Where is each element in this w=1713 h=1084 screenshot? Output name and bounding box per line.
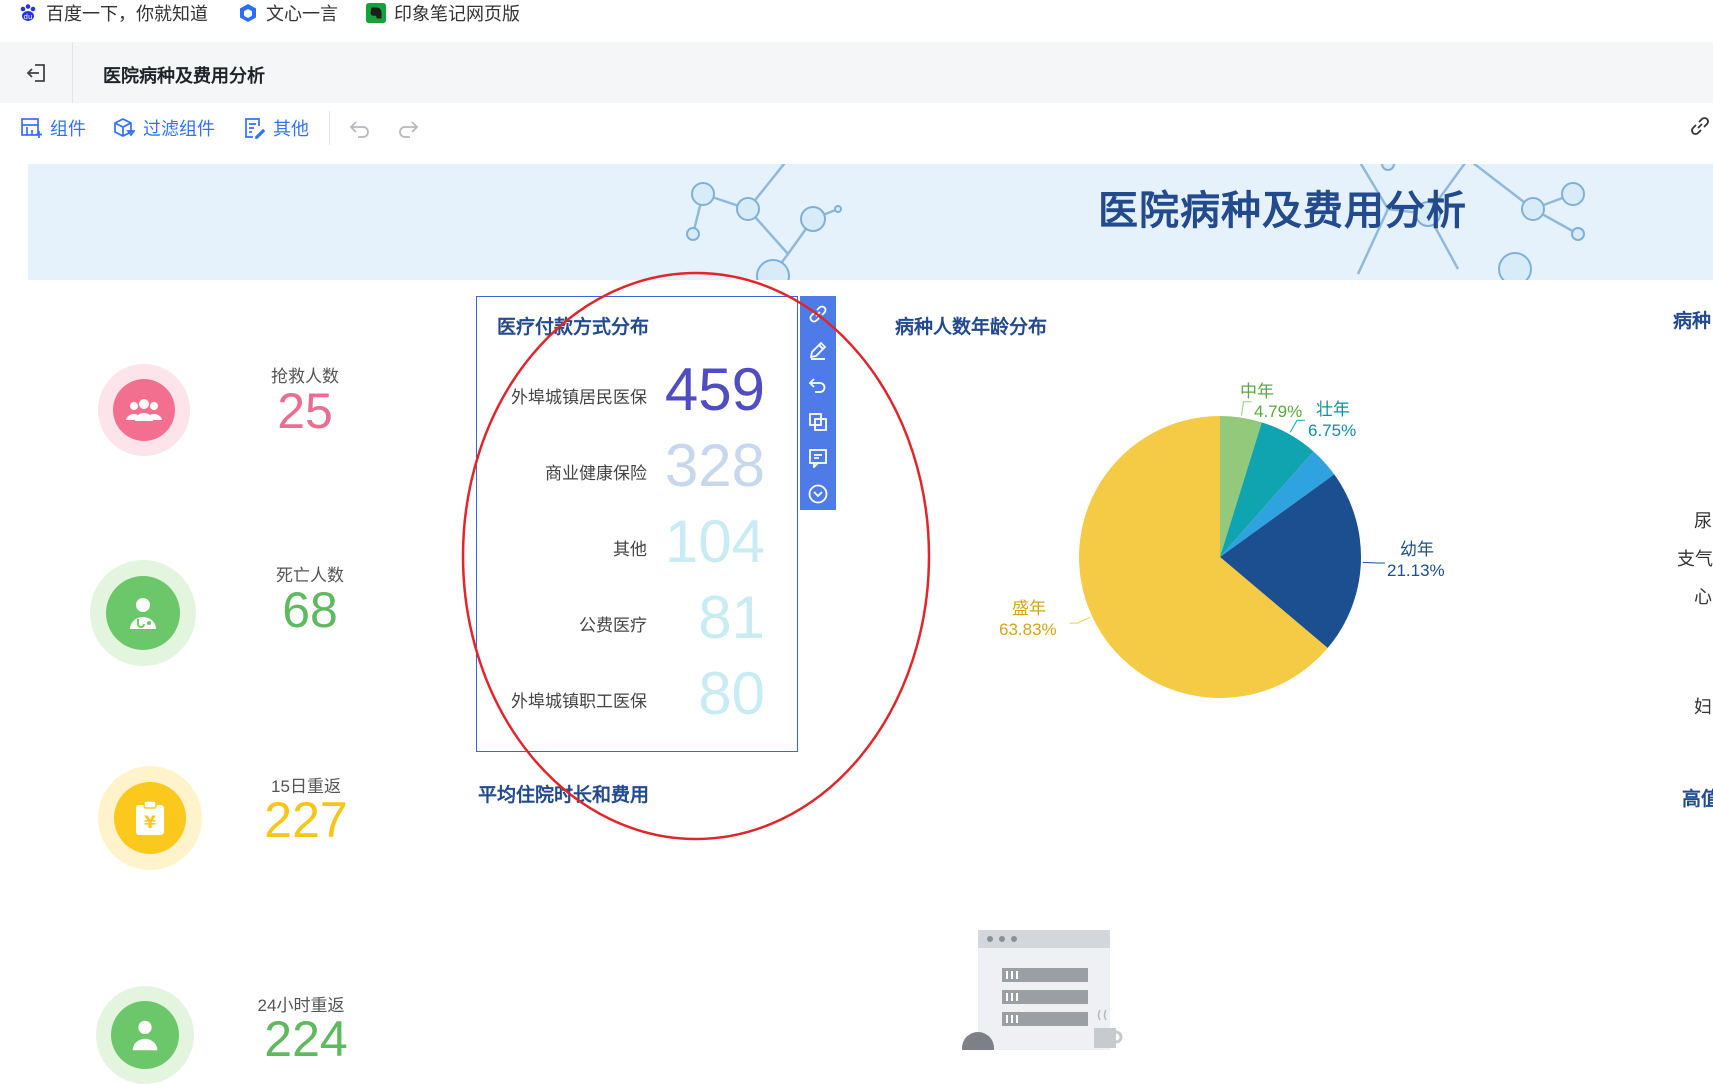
baidu-paw-icon: du bbox=[18, 3, 38, 23]
kpi-value: 224 bbox=[264, 1011, 348, 1067]
dashboard-title-bar: 医院病种及费用分析 bbox=[0, 42, 1713, 104]
evernote-elephant-icon bbox=[366, 3, 386, 23]
right-edge-text: 支气 bbox=[1677, 549, 1713, 569]
pie-label-name-prime: 壮年 bbox=[1316, 400, 1350, 419]
pie-label-leader-中年 bbox=[1240, 401, 1252, 416]
kpi-death-icon-ring bbox=[90, 560, 196, 666]
pie-label-name-young: 幼年 bbox=[1400, 540, 1434, 559]
pie-label-leader-盛年 bbox=[1069, 616, 1091, 624]
red-annotation-ellipse bbox=[461, 271, 931, 841]
kpi-value: 25 bbox=[277, 383, 333, 439]
kpi-value: 227 bbox=[264, 792, 348, 848]
payment-item-label: 其他 bbox=[613, 540, 647, 559]
avg-stay-title: 平均住院时长和费用 bbox=[478, 785, 650, 806]
link-icon[interactable] bbox=[808, 304, 828, 324]
payment-item-value: 80 bbox=[698, 660, 765, 727]
pie-slice-unlabeled-2[interactable] bbox=[1220, 451, 1335, 557]
payment-item-value: 81 bbox=[698, 584, 765, 651]
svg-text:¥: ¥ bbox=[144, 813, 156, 833]
banner-title: 医院病种及费用分析 bbox=[1098, 189, 1467, 233]
clipboard-yen-icon: ¥ bbox=[114, 782, 186, 854]
share-link-icon[interactable] bbox=[1688, 114, 1712, 138]
payment-item-value: 104 bbox=[664, 508, 765, 575]
kpi-value: 68 bbox=[282, 582, 338, 638]
copy-icon[interactable] bbox=[808, 412, 828, 432]
bookmark-baidu[interactable]: du 百度一下，你就知道 bbox=[18, 0, 208, 26]
undo-icon[interactable] bbox=[808, 376, 828, 396]
editor-toolbar: 组件 过滤组件 其他 bbox=[0, 103, 1713, 151]
pie-slice-幼年[interactable] bbox=[1220, 474, 1361, 649]
components-label: 组件 bbox=[50, 119, 86, 139]
edit-pencil-icon[interactable] bbox=[808, 340, 828, 360]
kpi-readmit15-icon-ring: ¥ bbox=[98, 766, 202, 870]
pie-label-pct-prime: 6.75% bbox=[1308, 421, 1357, 440]
right-edge-text: 心 bbox=[1694, 587, 1712, 607]
pie-label-pct-peak: 63.83% bbox=[999, 620, 1057, 639]
chevron-down-circle-icon[interactable] bbox=[808, 484, 828, 504]
payment-item-label: 商业健康保险 bbox=[545, 464, 647, 483]
filter-components-label: 过滤组件 bbox=[143, 119, 215, 139]
people-group-icon bbox=[113, 379, 175, 441]
age-distribution-title: 病种人数年龄分布 bbox=[895, 317, 1048, 338]
filter-components-button[interactable]: 过滤组件 bbox=[113, 115, 215, 141]
right-edge-text: 尿 bbox=[1694, 511, 1712, 531]
bookmark-label: 印象笔记网页版 bbox=[394, 4, 520, 24]
payment-item-label: 外埠城镇居民医保 bbox=[511, 388, 647, 407]
payment-item-value: 459 bbox=[664, 356, 765, 423]
right-bottom-title-partial: 高值 bbox=[1682, 789, 1713, 810]
components-button[interactable]: 组件 bbox=[20, 115, 86, 141]
chart-add-icon bbox=[21, 118, 42, 138]
redo-icon[interactable] bbox=[396, 117, 420, 141]
kpi-readmit24-icon-ring bbox=[96, 986, 194, 1084]
other-label: 其他 bbox=[273, 119, 309, 139]
other-button[interactable]: 其他 bbox=[243, 115, 309, 141]
toolbar-divider bbox=[329, 111, 330, 145]
pie-slice-壮年[interactable] bbox=[1220, 422, 1314, 557]
pie-slice-盛年[interactable] bbox=[1078, 416, 1328, 699]
component-action-toolbar bbox=[800, 296, 836, 510]
empty-state-server-illustration bbox=[962, 930, 1123, 1050]
svg-text:du: du bbox=[24, 13, 33, 21]
pie-label-name-middle: 中年 bbox=[1240, 382, 1274, 401]
pie-label-leader-幼年 bbox=[1362, 561, 1385, 564]
doctor-icon bbox=[106, 576, 180, 650]
right-section-title-partial: 病种 bbox=[1673, 311, 1712, 332]
page-title: 医院病种及费用分析 bbox=[103, 66, 265, 86]
payment-item-value: 328 bbox=[664, 432, 765, 499]
exit-icon[interactable] bbox=[24, 60, 50, 86]
bookmark-label: 文心一言 bbox=[266, 4, 338, 24]
pie-slice-中年[interactable] bbox=[1220, 416, 1262, 557]
pie-label-name-peak: 盛年 bbox=[1012, 599, 1046, 618]
title-divider bbox=[72, 42, 73, 103]
payment-item-label: 公费医疗 bbox=[579, 616, 647, 635]
bookmarks-bar: du 百度一下，你就知道 文心一言 印象笔记网页版 bbox=[0, 0, 1713, 43]
payment-item-label: 外埠城镇职工医保 bbox=[511, 692, 647, 711]
wenxin-cube-icon bbox=[238, 3, 258, 23]
pie-label-pct-middle: 4.79% bbox=[1254, 402, 1303, 421]
comment-icon[interactable] bbox=[808, 448, 828, 470]
pie-label-pct-young: 21.13% bbox=[1387, 561, 1445, 580]
bookmark-wenxin[interactable]: 文心一言 bbox=[238, 0, 338, 26]
bookmark-label: 百度一下，你就知道 bbox=[46, 4, 208, 24]
undo-icon[interactable] bbox=[348, 117, 372, 141]
right-edge-text: 妇 bbox=[1694, 697, 1712, 717]
bookmark-evernote[interactable]: 印象笔记网页版 bbox=[366, 0, 520, 26]
age-pie-chart[interactable] bbox=[0, 0, 1713, 1045]
cube-filter-icon bbox=[114, 118, 135, 137]
pie-label-leader-壮年 bbox=[1289, 419, 1306, 433]
doctor-icon bbox=[111, 1001, 179, 1069]
kpi-rescue-icon-ring bbox=[98, 364, 190, 456]
doc-edit-icon bbox=[245, 118, 265, 139]
payment-panel-title: 医疗付款方式分布 bbox=[497, 317, 650, 338]
